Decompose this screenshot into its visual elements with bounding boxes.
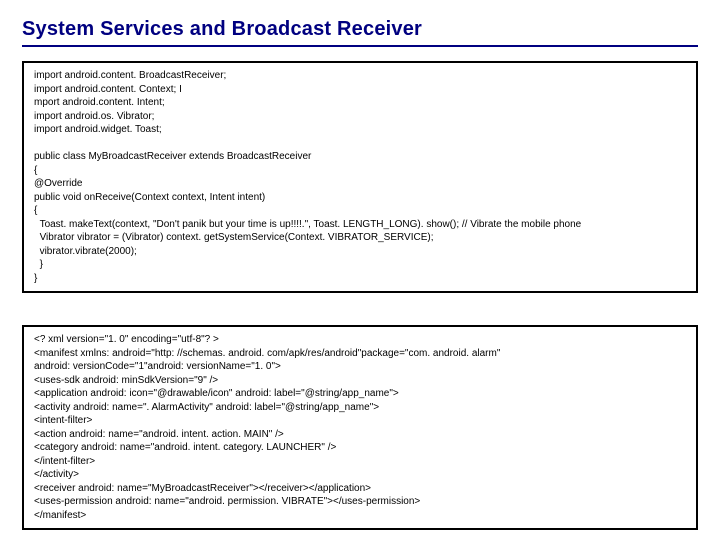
code-block-java: import android.content. BroadcastReceive…: [22, 61, 698, 293]
page-title: System Services and Broadcast Receiver: [22, 18, 698, 47]
code-block-xml: <? xml version="1. 0" encoding="utf-8"? …: [22, 325, 698, 530]
spacer: [22, 293, 698, 311]
